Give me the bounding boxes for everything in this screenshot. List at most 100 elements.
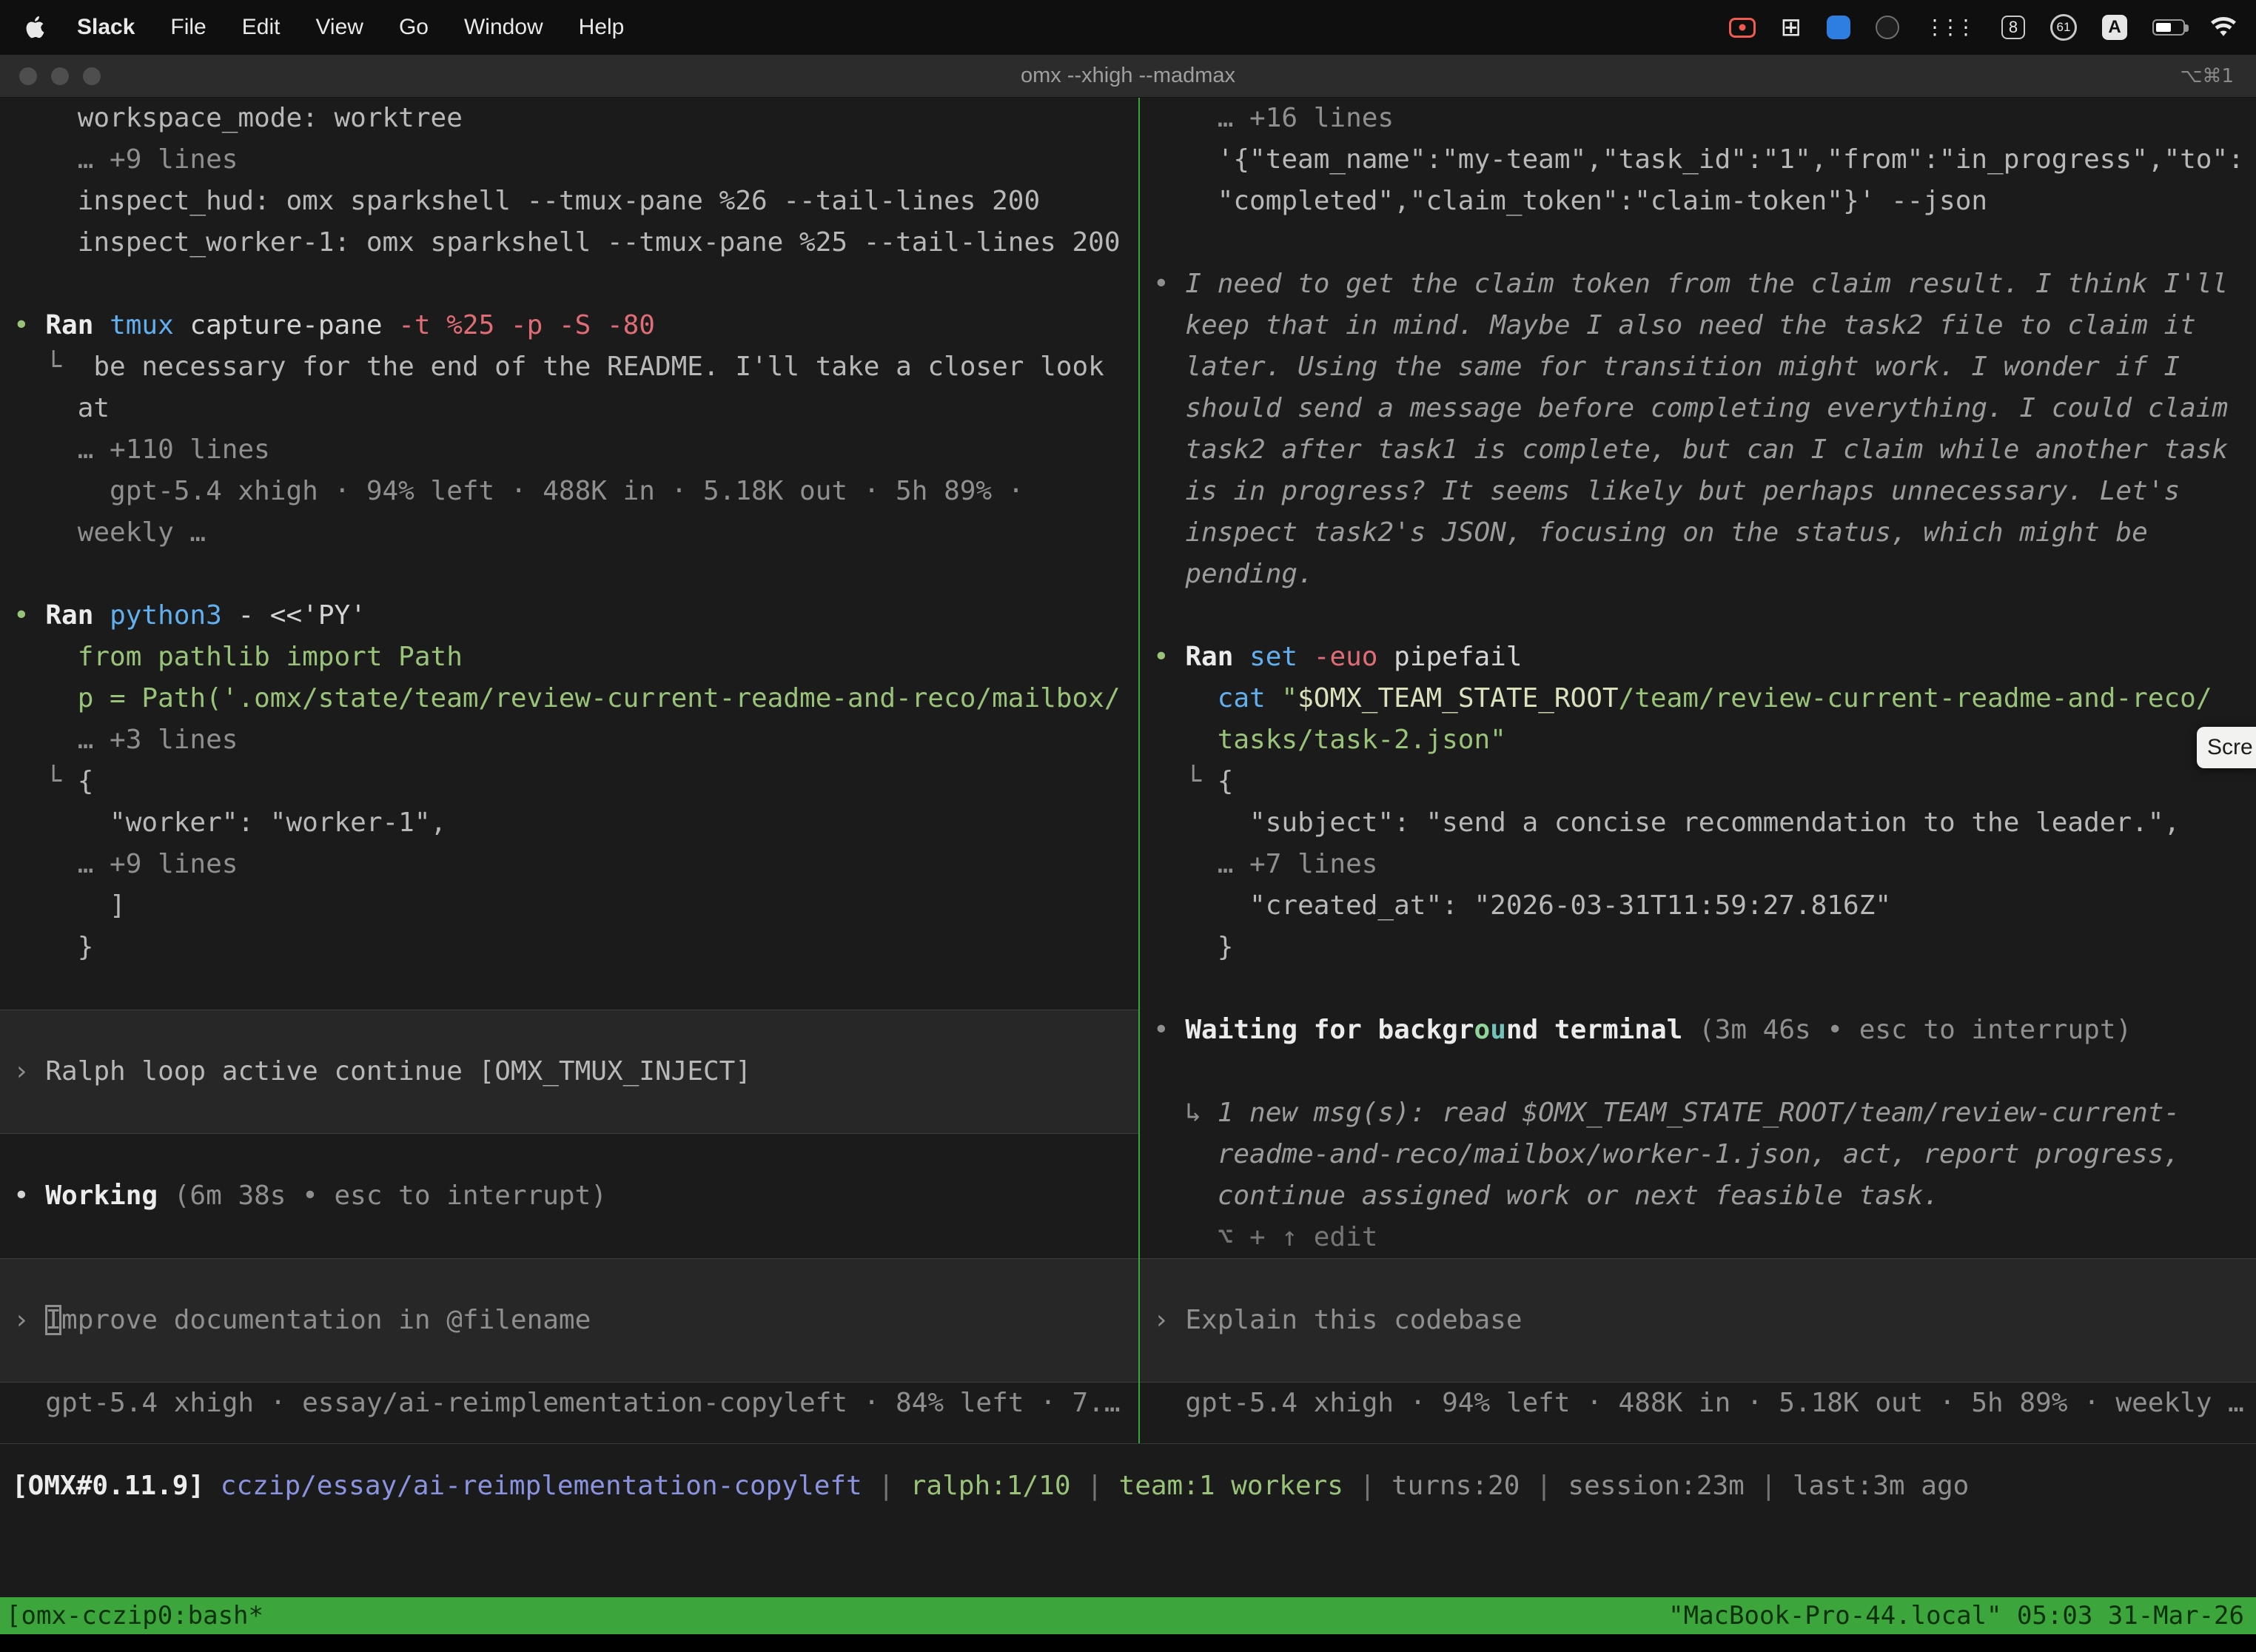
omx-status-line: [OMX#0.11.9] cczip/essay/ai-reimplementa… [0,1465,2256,1507]
terminal-row: workspace_mode: worktree [0,98,1138,139]
menu-help[interactable]: Help [561,15,642,40]
terminal-row: } [0,927,1138,968]
terminal-row: • Working (6m 38s • esc to interrupt) [0,1175,1138,1217]
menu-window[interactable]: Window [446,15,561,40]
blue-app-icon[interactable] [1827,16,1850,39]
terminal-row [0,263,1138,305]
terminal-pane-right: … +16 lines '{"team_name":"my-team","tas… [1140,98,2256,1424]
menu-bar: Slack FileEditViewGoWindowHelp ⊞ ⋮⋮⋮ 8 6… [0,0,2256,55]
terminal-row: inspect task2's JSON, focusing on the st… [1140,512,2256,554]
terminal-row: keep that in mind. Maybe I also need the… [1140,305,2256,346]
screen-recording-icon[interactable] [1729,18,1756,38]
terminal-row: continue assigned work or next feasible … [1140,1175,2256,1217]
terminal-row: "worker": "worker-1", [0,802,1138,844]
prompt-band-row [0,1092,1138,1134]
prompt-input-left[interactable]: › Improve documentation in @filename [0,1300,1138,1341]
terminal-row: "created_at": "2026-03-31T11:59:27.816Z" [1140,885,2256,927]
terminal-row: gpt-5.4 xhigh · 94% left · 488K in · 5.1… [0,471,1138,512]
terminal-row: … +9 lines [0,844,1138,885]
window-title: omx --xhigh --madmax [1021,64,1235,88]
menu-items: FileEditViewGoWindowHelp [152,15,642,40]
terminal-row [1140,968,2256,1010]
zoom-window-button[interactable] [83,67,101,85]
prompt-band-row [1140,1341,2256,1383]
dots-grid-icon[interactable]: ⋮⋮⋮ [1924,17,1976,38]
ralph-loop-banner[interactable]: › Ralph loop active continue [OMX_TMUX_I… [0,1051,1138,1092]
battery-icon[interactable] [2152,19,2185,36]
terminal-row [0,1134,1138,1175]
terminal-row: later. Using the same for transition mig… [1140,346,2256,388]
close-window-button[interactable] [19,67,37,85]
battery-percent-badge-icon[interactable]: 61 [2050,14,2077,41]
wifi-icon[interactable] [2210,17,2237,38]
terminal-row: tasks/task-2.json" [1140,719,2256,761]
keypad-8-icon[interactable]: 8 [2001,16,2025,39]
prompt-band-row [0,1010,1138,1051]
traffic-lights [19,55,101,97]
terminal-row: should send a message before completing … [1140,388,2256,429]
input-source-icon[interactable]: A [2102,15,2127,40]
prompt-band-row [1140,1258,2256,1300]
terminal-row: … +110 lines [0,429,1138,471]
window-title-bar[interactable]: omx --xhigh --madmax ⌥⌘1 [0,55,2256,98]
terminal-row: • Ran tmux capture-pane -t %25 -p -S -80 [0,305,1138,346]
menu-bar-left: Slack FileEditViewGoWindowHelp [19,11,642,44]
terminal-row: "subject": "send a concise recommendatio… [1140,802,2256,844]
terminal: workspace_mode: worktree … +9 lines insp… [0,98,2256,1597]
screenshot-preview-popup[interactable]: Scre [2197,727,2256,768]
terminal-row: cat "$OMX_TEAM_STATE_ROOT/team/review-cu… [1140,678,2256,719]
terminal-row: … +7 lines [1140,844,2256,885]
app-grid-icon[interactable]: ⊞ [1781,15,1802,40]
terminal-row: pending. [1140,554,2256,595]
terminal-row: • Waiting for background terminal (3m 46… [1140,1010,2256,1051]
terminal-row: } [1140,927,2256,968]
terminal-row [0,554,1138,595]
terminal-row: … +3 lines [0,719,1138,761]
terminal-row: '{"team_name":"my-team","task_id":"1","f… [1140,139,2256,181]
apple-menu-icon[interactable] [19,11,52,44]
prompt-band-row [0,1341,1138,1383]
minimize-window-button[interactable] [51,67,69,85]
terminal-row: └ be necessary for the end of the README… [0,346,1138,388]
terminal-row: └ { [0,761,1138,802]
prompt-band-row [0,1258,1138,1300]
terminal-row [1140,222,2256,263]
active-app-name[interactable]: Slack [59,15,152,40]
menu-file[interactable]: File [152,15,224,40]
terminal-row: inspect_hud: omx sparkshell --tmux-pane … [0,181,1138,222]
terminal-row [1140,1051,2256,1092]
menu-go[interactable]: Go [381,15,446,40]
terminal-row: gpt-5.4 xhigh · 94% left · 488K in · 5.1… [1140,1383,2256,1424]
terminal-row: … +9 lines [0,139,1138,181]
terminal-row: p = Path('.omx/state/team/review-current… [0,678,1138,719]
tmux-status-bar: [omx-cczip0:bash* "MacBook-Pro-44.local"… [0,1597,2256,1634]
terminal-row: "completed","claim_token":"claim-token"}… [1140,181,2256,222]
tmux-session-label: [omx-cczip0:bash* [6,1601,263,1631]
terminal-row: … +16 lines [1140,98,2256,139]
menu-edit[interactable]: Edit [224,15,298,40]
terminal-row: weekly … [0,512,1138,554]
terminal-row: ⌥ + ↑ edit [1140,1217,2256,1258]
screenshot-preview-label: Scre [2207,735,2253,760]
terminal-row: ] [0,885,1138,927]
terminal-row: • Ran python3 - <<'PY' [0,595,1138,637]
terminal-row: • Ran set -euo pipefail [1140,637,2256,678]
terminal-row: └ { [1140,761,2256,802]
screen: Slack FileEditViewGoWindowHelp ⊞ ⋮⋮⋮ 8 6… [0,0,2256,1652]
terminal-row: task2 after task1 is complete, but can I… [1140,429,2256,471]
prompt-input-right[interactable]: › Explain this codebase [1140,1300,2256,1341]
menu-view[interactable]: View [298,15,380,40]
tmux-host-time: "MacBook-Pro-44.local" 05:03 31-Mar-26 [1668,1601,2244,1631]
terminal-row: readme-and-reco/mailbox/worker-1.json, a… [1140,1134,2256,1175]
dark-app-icon[interactable] [1876,16,1899,39]
window-shortcut-hint: ⌥⌘1 [2180,65,2234,87]
terminal-row: • I need to get the claim token from the… [1140,263,2256,305]
terminal-row [1140,595,2256,637]
terminal-row: is in progress? It seems likely but perh… [1140,471,2256,512]
terminal-row [0,1217,1138,1258]
terminal-row: ↳ 1 new msg(s): read $OMX_TEAM_STATE_ROO… [1140,1092,2256,1134]
terminal-row [0,968,1138,1010]
terminal-row: from pathlib import Path [0,637,1138,678]
terminal-row: at [0,388,1138,429]
status-separator [0,1443,2256,1444]
